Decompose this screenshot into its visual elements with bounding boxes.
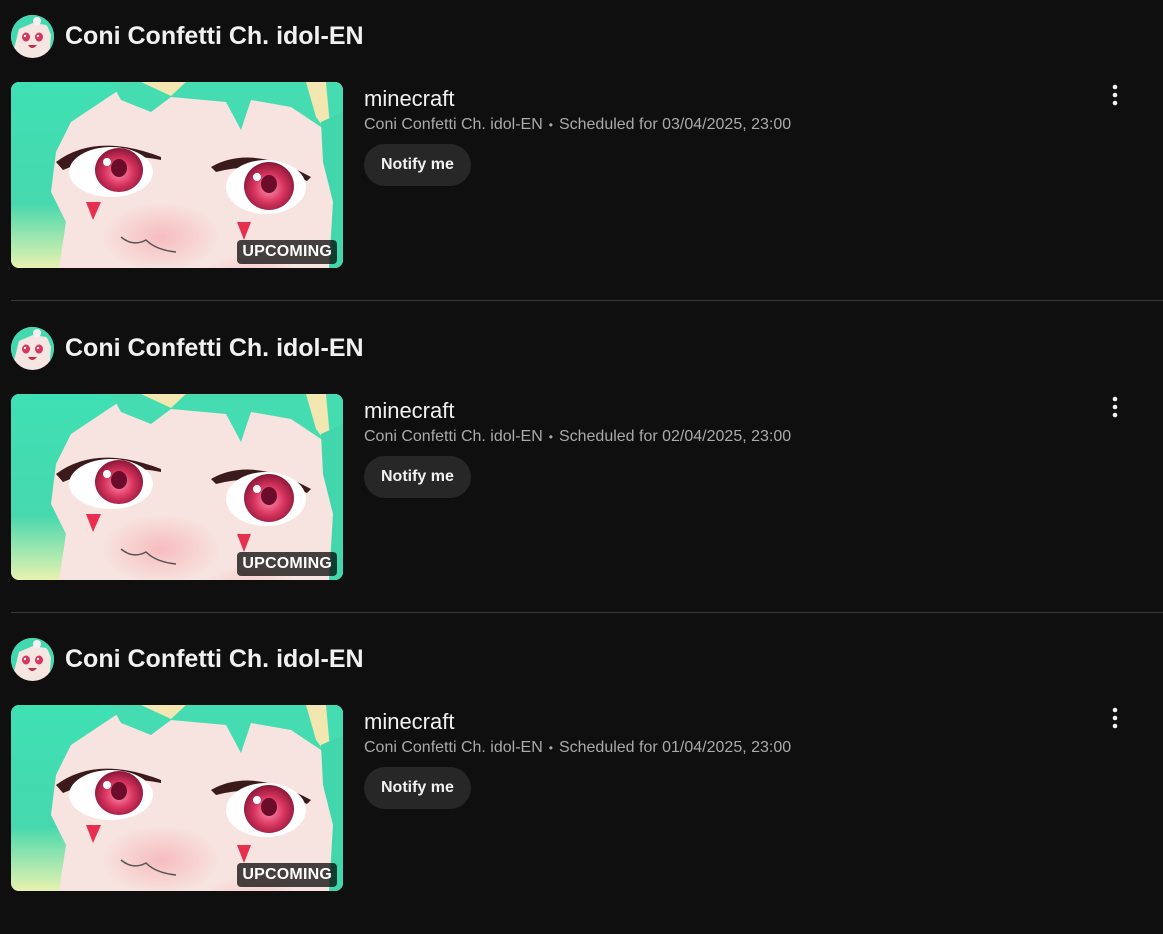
meta-separator: • bbox=[548, 430, 553, 444]
divider bbox=[11, 612, 1163, 613]
upcoming-stream-item: Coni Confetti Ch. idol-EN UPCOMING minec… bbox=[0, 0, 1163, 311]
meta-channel-link[interactable]: Coni Confetti Ch. idol-EN bbox=[364, 739, 543, 757]
meta-channel-link[interactable]: Coni Confetti Ch. idol-EN bbox=[364, 116, 543, 134]
notify-me-button[interactable]: Notify me bbox=[364, 456, 471, 498]
video-title-link[interactable]: minecraft bbox=[364, 84, 791, 114]
upcoming-stream-item: Coni Confetti Ch. idol-EN UPCOMING minec… bbox=[0, 312, 1163, 623]
upcoming-stream-item: Coni Confetti Ch. idol-EN UPCOMING minec… bbox=[0, 623, 1163, 934]
meta-separator: • bbox=[548, 741, 553, 755]
upcoming-badge: UPCOMING bbox=[237, 240, 337, 264]
upcoming-badge: UPCOMING bbox=[237, 863, 337, 887]
video-title-link[interactable]: minecraft bbox=[364, 396, 791, 426]
video-info: minecraft Coni Confetti Ch. idol-EN • Sc… bbox=[364, 84, 791, 186]
meta-channel-link[interactable]: Coni Confetti Ch. idol-EN bbox=[364, 428, 543, 446]
video-thumbnail[interactable]: UPCOMING bbox=[11, 394, 343, 580]
channel-avatar[interactable] bbox=[11, 326, 54, 370]
video-title-link[interactable]: minecraft bbox=[364, 707, 791, 737]
channel-header: Coni Confetti Ch. idol-EN bbox=[11, 637, 364, 681]
channel-header: Coni Confetti Ch. idol-EN bbox=[11, 14, 364, 58]
video-info: minecraft Coni Confetti Ch. idol-EN • Sc… bbox=[364, 396, 791, 498]
channel-avatar[interactable] bbox=[11, 637, 54, 681]
more-actions-button[interactable] bbox=[1101, 82, 1129, 110]
video-meta: Coni Confetti Ch. idol-EN • Scheduled fo… bbox=[364, 739, 791, 757]
channel-name-link[interactable]: Coni Confetti Ch. idol-EN bbox=[65, 22, 364, 51]
more-actions-button[interactable] bbox=[1101, 394, 1129, 422]
channel-name-link[interactable]: Coni Confetti Ch. idol-EN bbox=[65, 645, 364, 674]
avatar-image bbox=[11, 326, 54, 370]
channel-name-link[interactable]: Coni Confetti Ch. idol-EN bbox=[65, 334, 364, 363]
channel-avatar[interactable] bbox=[11, 14, 54, 58]
notify-me-button[interactable]: Notify me bbox=[364, 144, 471, 186]
more-vert-icon bbox=[1112, 84, 1118, 106]
avatar-image bbox=[11, 637, 54, 681]
video-info: minecraft Coni Confetti Ch. idol-EN • Sc… bbox=[364, 707, 791, 809]
more-vert-icon bbox=[1112, 707, 1118, 729]
avatar-image bbox=[11, 14, 54, 58]
notify-me-button[interactable]: Notify me bbox=[364, 767, 471, 809]
more-actions-button[interactable] bbox=[1101, 705, 1129, 733]
video-thumbnail[interactable]: UPCOMING bbox=[11, 705, 343, 891]
schedule-text: Scheduled for 02/04/2025, 23:00 bbox=[558, 428, 792, 445]
more-vert-icon bbox=[1112, 396, 1118, 418]
divider bbox=[11, 300, 1163, 301]
meta-separator: • bbox=[548, 118, 553, 132]
video-meta: Coni Confetti Ch. idol-EN • Scheduled fo… bbox=[364, 116, 791, 134]
upcoming-badge: UPCOMING bbox=[237, 552, 337, 576]
schedule-text: Scheduled for 01/04/2025, 23:00 bbox=[558, 739, 792, 756]
schedule-text: Scheduled for 03/04/2025, 23:00 bbox=[558, 116, 792, 133]
channel-header: Coni Confetti Ch. idol-EN bbox=[11, 326, 364, 370]
video-meta: Coni Confetti Ch. idol-EN • Scheduled fo… bbox=[364, 428, 791, 446]
video-thumbnail[interactable]: UPCOMING bbox=[11, 82, 343, 268]
